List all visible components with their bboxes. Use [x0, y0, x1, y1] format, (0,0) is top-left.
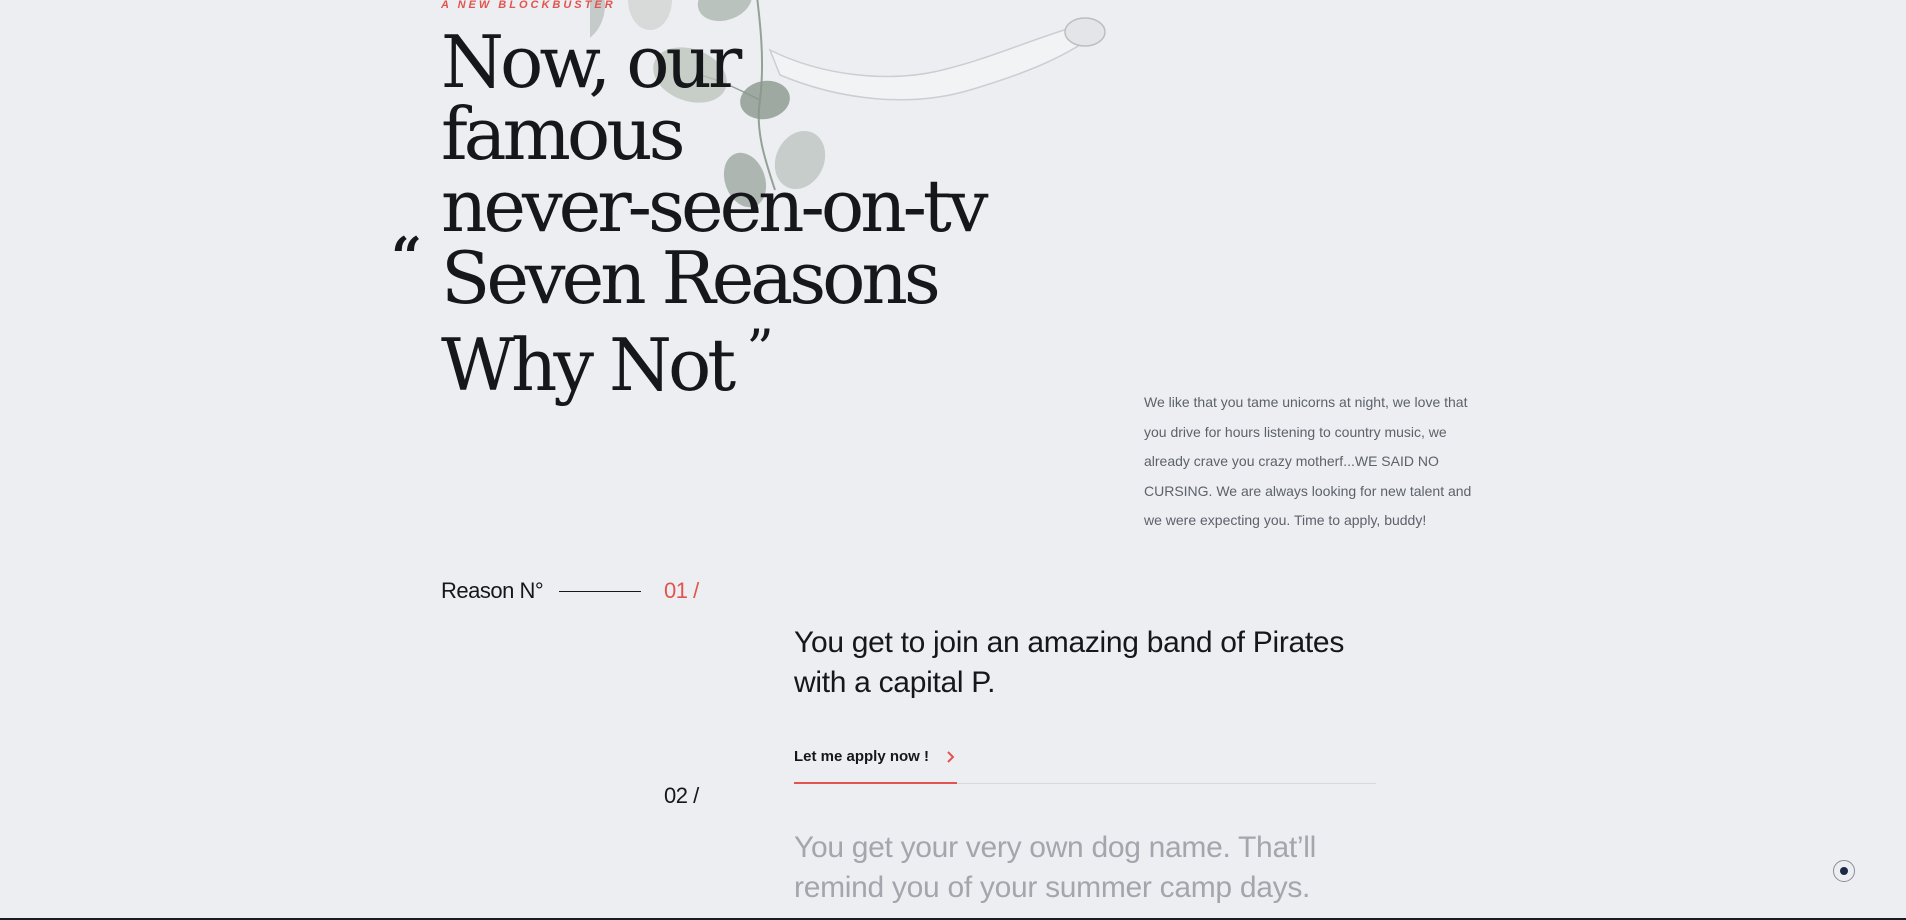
reason-number-02: 02 /: [664, 783, 699, 808]
close-quote-mark: ”: [746, 318, 774, 381]
scroll-dot: [1840, 867, 1848, 875]
title-line: famous: [441, 92, 686, 176]
reason-divider: [559, 591, 641, 592]
intro-paragraph: We like that you tame unicorns at night,…: [1144, 394, 1472, 528]
page: A NEW BLOCKBUSTER “ Now, our famous neve…: [0, 0, 1906, 920]
reason-text-02: You get your very own dog name. That’ll …: [794, 831, 1316, 904]
reason-number-01: 01 /: [664, 578, 699, 603]
title-line-text: Why Not: [441, 323, 736, 407]
title-line: Now, our: [441, 20, 742, 104]
title-line: Seven Reasons: [441, 236, 941, 320]
apply-row: Let me apply now !: [794, 744, 1376, 784]
title-line-last: Why Not”: [441, 314, 1041, 401]
page-title: Now, our famous never-seen-on-tv Seven R…: [441, 26, 1041, 401]
apply-now-label: Let me apply now !: [794, 748, 930, 765]
title-line: never-seen-on-tv: [441, 164, 989, 248]
chevron-right-icon: [947, 751, 955, 763]
apply-underline: [794, 782, 957, 784]
scroll-dot-icon[interactable]: [1833, 860, 1855, 882]
eyebrow-label: A NEW BLOCKBUSTER: [441, 0, 616, 11]
divider: [957, 783, 1376, 784]
open-quote-mark: “: [391, 225, 423, 289]
reason-label: Reason N°: [441, 578, 544, 603]
apply-now-link[interactable]: Let me apply now !: [794, 744, 957, 784]
reason-text-01: You get to join an amazing band of Pirat…: [794, 626, 1345, 699]
